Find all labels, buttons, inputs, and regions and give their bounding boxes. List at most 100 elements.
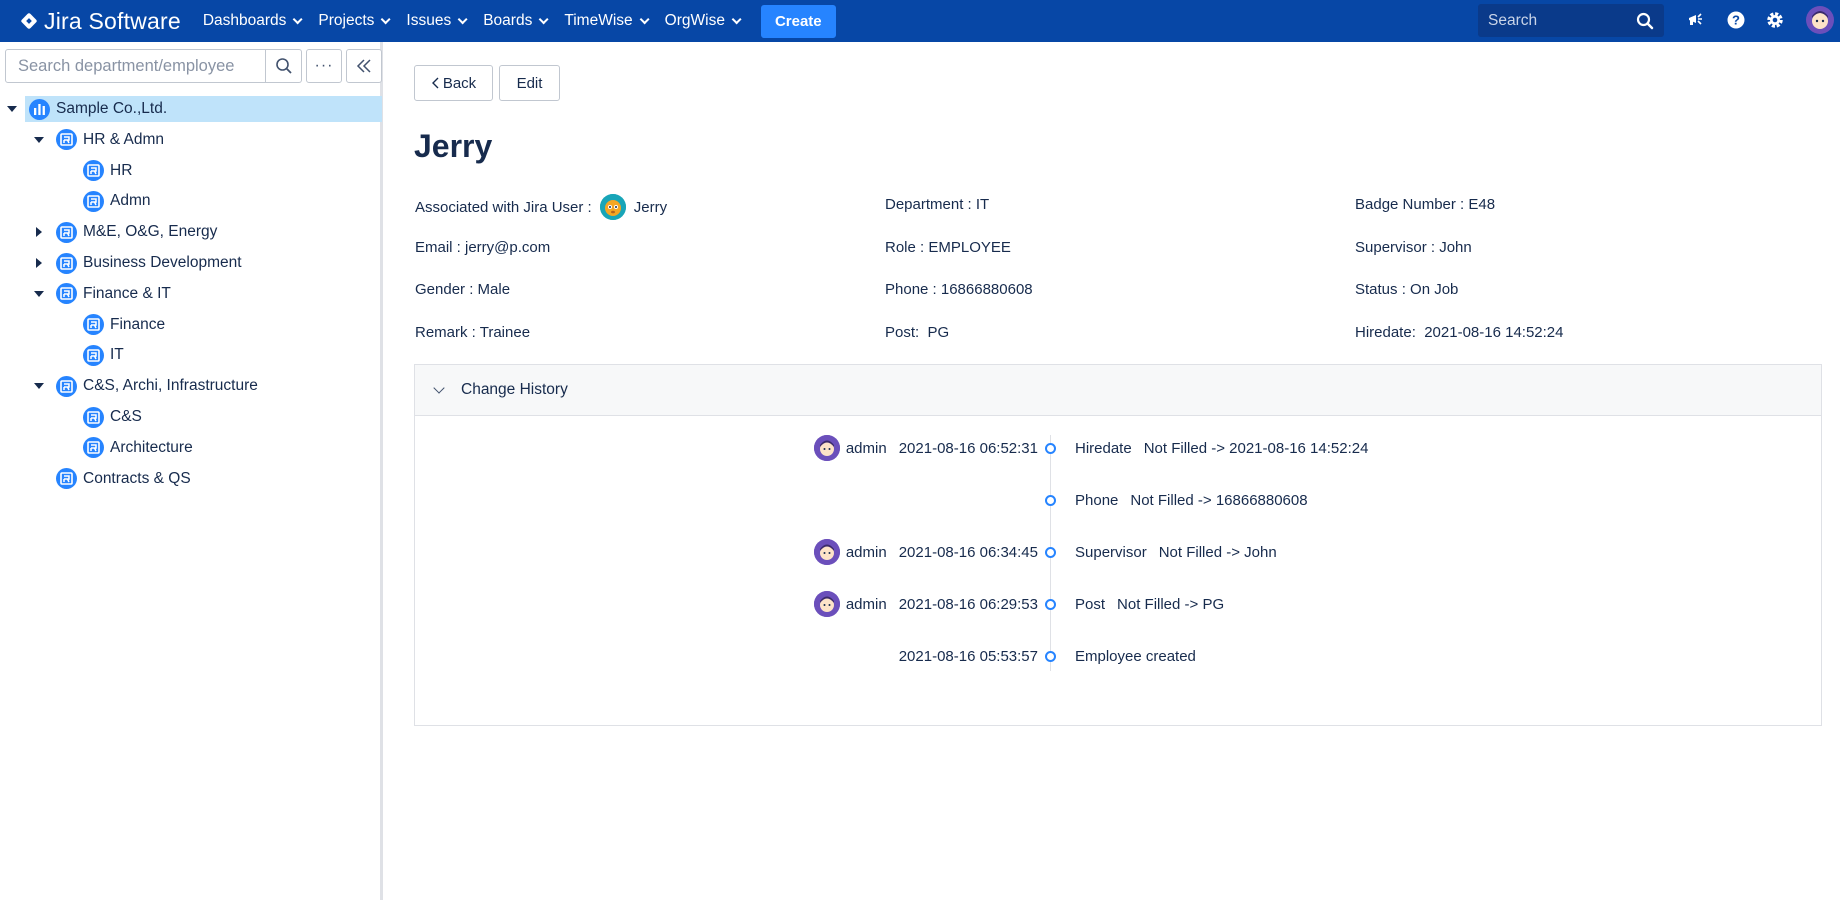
caret-down-icon[interactable] <box>34 290 44 297</box>
more-options-button[interactable]: ··· <box>306 49 342 83</box>
create-button[interactable]: Create <box>760 4 836 38</box>
department-search-input[interactable] <box>6 56 265 76</box>
tree-item-label: Sample Co.,Ltd. <box>56 100 168 117</box>
nav-boards[interactable]: Boards <box>483 0 549 42</box>
timeline-dot <box>1045 495 1056 506</box>
gender-field: Gender : Male <box>415 281 511 298</box>
caret-right-icon[interactable] <box>36 258 42 268</box>
tree-item-label: Architecture <box>110 438 193 456</box>
history-time: 2021-08-16 06:29:53 <box>898 595 1038 613</box>
department-icon <box>56 252 77 274</box>
double-chevron-left-icon <box>356 59 371 73</box>
help-icon[interactable]: ? <box>1724 8 1748 32</box>
tree-item-label: M&E, O&G, Energy <box>83 223 218 241</box>
history-user: admin <box>845 595 887 613</box>
tree-item[interactable]: Admn <box>0 188 383 214</box>
user-avatar <box>813 539 840 565</box>
nav-timewise[interactable]: TimeWise <box>564 0 650 42</box>
history-field: Phone <box>1075 491 1119 509</box>
user-avatar <box>813 435 840 461</box>
history-entry: admin 2021-08-16 06:29:53 Post Not Fille… <box>415 591 1823 617</box>
history-entry: 2021-08-16 05:53:57 Employee created <box>415 643 1823 669</box>
tree-item-label: Contracts & QS <box>83 469 191 487</box>
top-search-box <box>1478 4 1664 37</box>
department-icon <box>56 283 77 305</box>
tree-item[interactable]: HR & Admn <box>0 127 383 153</box>
chevron-down-icon <box>539 13 549 24</box>
chevron-down-icon <box>731 13 742 24</box>
page-title: Jerry <box>414 128 493 164</box>
department-icon <box>56 129 77 151</box>
employee-detail: Back Edit Jerry Associated with Jira Use… <box>386 42 1840 900</box>
chevron-down-icon <box>433 382 445 394</box>
hiredate-field: Hiredate: 2021-08-16 14:52:24 <box>1355 324 1564 341</box>
tree-item[interactable]: C&S, Archi, Infrastructure <box>0 373 383 399</box>
chevron-down-icon <box>293 13 303 24</box>
chevron-down-icon <box>639 13 650 24</box>
notifications-icon[interactable] <box>1684 8 1708 32</box>
tree-item[interactable]: IT <box>0 342 383 368</box>
history-entry: admin 2021-08-16 06:52:31 Hiredate Not F… <box>415 435 1823 461</box>
chevron-down-icon <box>457 13 468 24</box>
search-icon <box>275 58 292 74</box>
top-navigation-bar: Jira Software Dashboards Projects Issues… <box>0 0 1840 42</box>
history-entry: Phone Not Filled -> 16866880608 <box>415 487 1823 513</box>
department-icon <box>83 160 104 182</box>
nav-projects[interactable]: Projects <box>318 0 391 42</box>
history-change: Not Filled -> PG <box>1117 595 1225 613</box>
history-change: Not Filled -> 16866880608 <box>1130 491 1308 509</box>
history-field: Hiredate <box>1075 439 1132 457</box>
department-icon <box>56 221 77 243</box>
tree-item-label: Business Development <box>83 254 242 271</box>
history-field: Employee created <box>1075 647 1196 665</box>
history-change: Not Filled -> 2021-08-16 14:52:24 <box>1143 439 1369 457</box>
nav-dashboards[interactable]: Dashboards <box>203 0 303 42</box>
department-icon <box>83 190 104 212</box>
tree-item[interactable]: Finance & IT <box>0 281 383 307</box>
search-icon[interactable] <box>1636 12 1654 30</box>
supervisor-field: Supervisor : John <box>1355 239 1472 256</box>
department-search-box <box>5 49 266 83</box>
tree-item-label: IT <box>110 346 124 364</box>
settings-icon[interactable] <box>1763 8 1787 32</box>
department-icon <box>56 468 77 490</box>
tree-item[interactable]: C&S <box>0 404 383 430</box>
tree-item-label: Admn <box>110 192 151 210</box>
history-time: 2021-08-16 06:34:45 <box>898 543 1038 561</box>
collapse-sidebar-button[interactable] <box>346 49 382 83</box>
jira-user-field: Associated with Jira User : Jerry <box>415 192 667 222</box>
tree-item[interactable]: Business Development <box>0 250 383 276</box>
edit-button[interactable]: Edit <box>499 65 560 101</box>
jira-user-name[interactable]: Jerry <box>634 199 667 216</box>
tree-item[interactable]: Finance <box>0 312 383 338</box>
caret-right-icon[interactable] <box>36 227 42 238</box>
nav-issues[interactable]: Issues <box>406 0 468 42</box>
department-icon <box>83 314 104 336</box>
jira-logo[interactable]: Jira Software <box>20 8 181 35</box>
department-search-button[interactable] <box>266 49 302 83</box>
tree-item[interactable]: M&E, O&G, Energy <box>0 219 383 245</box>
phone-field: Phone : 16866880608 <box>885 281 1033 298</box>
more-icon: ··· <box>314 57 334 74</box>
tree-item-label: Finance <box>110 315 166 333</box>
status-field: Status : On Job <box>1355 281 1459 298</box>
department-icon <box>56 375 77 397</box>
tree-item[interactable]: HR <box>0 158 383 184</box>
caret-down-icon[interactable] <box>7 106 17 112</box>
change-history-header[interactable]: Change History <box>415 365 1821 416</box>
tree-item[interactable]: Sample Co.,Ltd. <box>7 96 382 122</box>
tree-item[interactable]: Contracts & QS <box>0 466 383 492</box>
caret-down-icon[interactable] <box>34 136 44 143</box>
nav-orgwise[interactable]: OrgWise <box>665 0 742 42</box>
back-button[interactable]: Back <box>414 65 493 101</box>
tree-item-label: C&S, Archi, Infrastructure <box>83 377 258 395</box>
top-search-input[interactable] <box>1478 11 1628 30</box>
history-field: Post <box>1075 595 1106 613</box>
profile-avatar[interactable] <box>1805 5 1835 35</box>
tree-item[interactable]: Architecture <box>0 435 383 461</box>
caret-down-icon[interactable] <box>34 383 44 390</box>
history-entry: admin 2021-08-16 06:34:45 Supervisor Not… <box>415 539 1823 565</box>
chevron-down-icon <box>381 13 391 24</box>
email-field: Email : jerry@p.com <box>415 239 551 256</box>
history-user: admin <box>845 543 887 561</box>
